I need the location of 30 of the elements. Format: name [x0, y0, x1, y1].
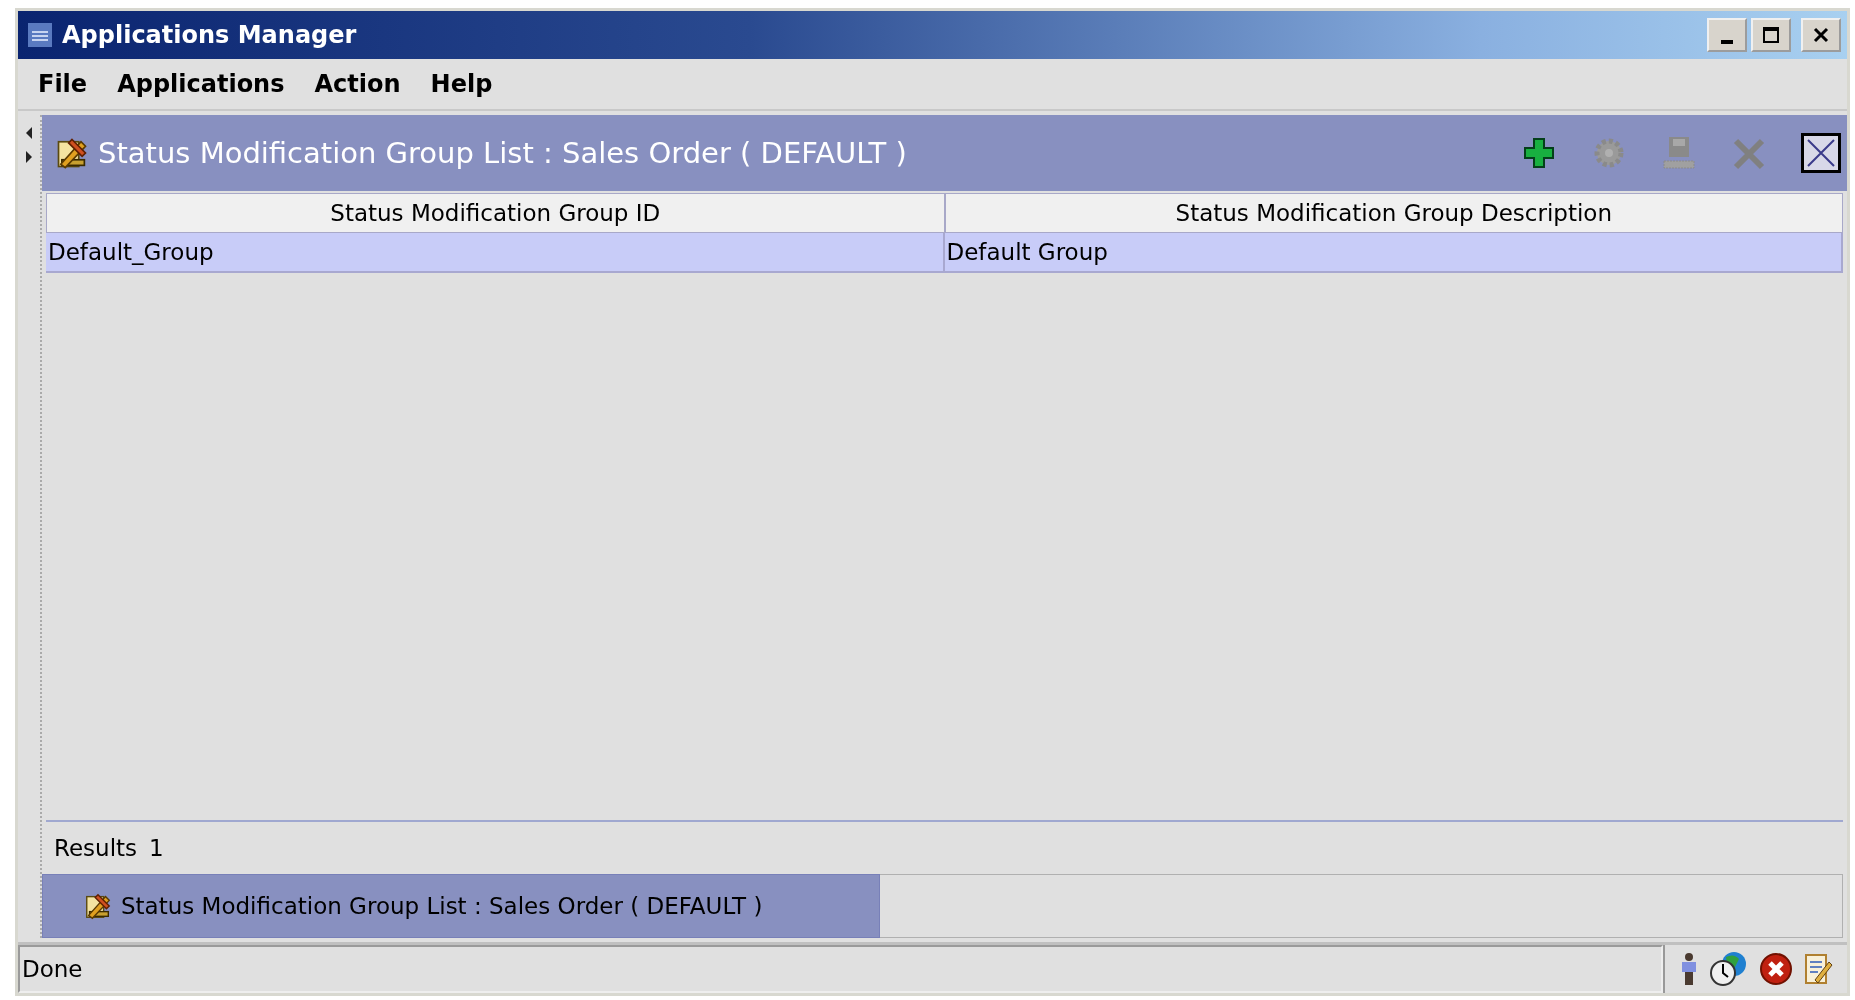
collapse-arrows-icon[interactable] [24, 125, 34, 165]
close-button[interactable] [1801, 18, 1841, 52]
table-cell: Default Group [944, 233, 1843, 271]
menu-item[interactable]: Help [418, 66, 505, 102]
window-title: Applications Manager [62, 21, 357, 49]
results-count: 1 [149, 835, 164, 861]
status-text: Done [18, 945, 1663, 993]
notepad-icon[interactable] [1803, 952, 1833, 986]
add-button[interactable] [1521, 135, 1557, 171]
person-icon[interactable] [1679, 952, 1699, 986]
column-header[interactable]: Status Modification Group Description [944, 193, 1843, 233]
clock-globe-icon[interactable] [1709, 951, 1749, 987]
minimize-button[interactable] [1707, 18, 1747, 52]
column-header[interactable]: Status Modification Group ID [46, 193, 945, 233]
app-logo-icon [28, 23, 52, 47]
menu-item[interactable]: Action [302, 66, 413, 102]
minimize-icon [1721, 40, 1733, 44]
close-icon [1811, 25, 1831, 45]
results-label: Results [54, 835, 138, 861]
menu-item[interactable]: Applications [105, 66, 297, 102]
table-cell: Default_Group [46, 233, 945, 271]
maximize-icon [1761, 25, 1781, 45]
window-tab[interactable]: Status Modification Group List : Sales Order ( DEFAULT ) [42, 874, 880, 938]
maximize-button[interactable] [1751, 18, 1791, 52]
table-row[interactable]: Default_Group Default Group [46, 233, 1843, 273]
error-icon[interactable] [1759, 952, 1793, 986]
frame-title: Status Modification Group List : Sales Order ( DEFAULT ) [98, 136, 907, 170]
menu-item[interactable]: File [26, 66, 100, 102]
close-frame-button[interactable] [1801, 133, 1841, 173]
tools-icon [83, 891, 113, 921]
